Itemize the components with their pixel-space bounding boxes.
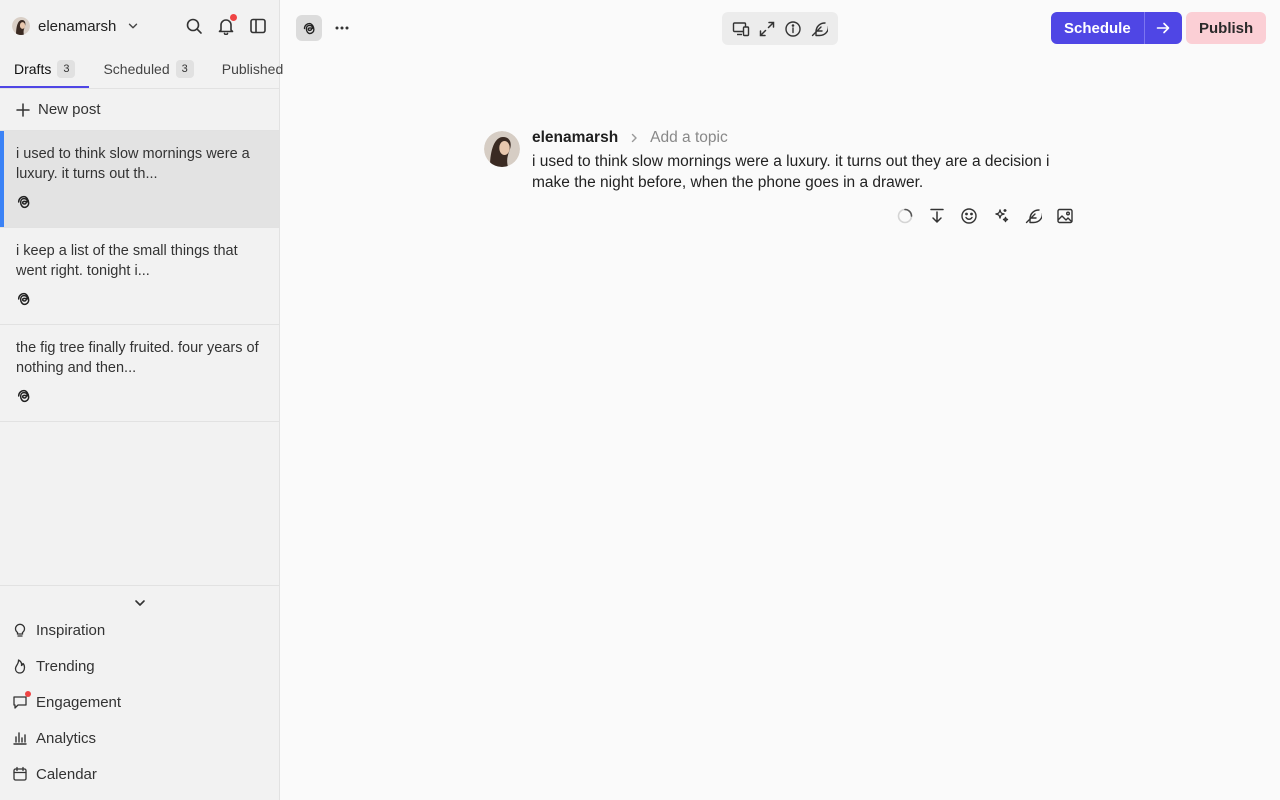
draft-item[interactable]: the fig tree finally fruited. four years… — [0, 325, 279, 422]
bar-chart-icon — [12, 730, 28, 746]
bell-icon[interactable] — [217, 14, 237, 35]
threads-icon — [17, 292, 30, 306]
tab-drafts[interactable]: Drafts 3 — [0, 52, 90, 88]
threads-icon — [303, 22, 315, 34]
expand-icon[interactable] — [758, 20, 776, 38]
schedule-group: Schedule — [1051, 12, 1182, 44]
sidebar-item-engagement[interactable]: Engagement — [0, 684, 279, 720]
chevron-down-icon — [129, 23, 138, 29]
new-post-label: New post — [38, 101, 101, 118]
count-badge: 3 — [57, 60, 76, 78]
feather-icon[interactable] — [1024, 207, 1042, 225]
count-badge: 3 — [175, 60, 194, 78]
post-header: elenamarsh Add a topic — [532, 129, 728, 147]
draft-item[interactable]: i used to think slow mornings were a lux… — [0, 131, 279, 228]
post-username: elenamarsh — [532, 129, 619, 146]
new-post-button[interactable]: New post — [0, 89, 279, 131]
sidebar-header: elenamarsh — [0, 0, 279, 52]
more-options-icon[interactable] — [332, 18, 352, 38]
sparkles-icon[interactable] — [992, 207, 1010, 225]
platform-toggle-threads[interactable] — [296, 15, 322, 41]
tab-scheduled[interactable]: Scheduled 3 — [89, 52, 207, 88]
emoji-icon[interactable] — [960, 207, 978, 225]
sidebar-item-label: Calendar — [36, 765, 97, 783]
sidebar-item-trending[interactable]: Trending — [0, 648, 279, 684]
device-preview-icon[interactable] — [732, 20, 750, 38]
image-icon[interactable] — [1056, 207, 1074, 225]
loading-spinner-icon — [897, 208, 913, 224]
calendar-icon — [12, 766, 28, 782]
sidebar: elenamarsh Drafts 3 Scheduled 3 Publishe… — [0, 0, 283, 800]
account-name: elenamarsh — [38, 17, 117, 35]
draft-item[interactable]: i keep a list of the small things that w… — [0, 228, 279, 325]
flame-icon — [12, 658, 28, 674]
avatar — [484, 131, 520, 167]
info-icon[interactable] — [784, 20, 802, 38]
sidebar-item-label: Analytics — [36, 729, 97, 747]
notification-dot — [25, 691, 31, 697]
divider — [0, 585, 279, 586]
publish-button[interactable]: Publish — [1186, 12, 1267, 44]
chat-icon — [12, 691, 31, 710]
tab-label: Published — [221, 61, 284, 77]
plus-icon — [16, 102, 30, 117]
download-icon[interactable] — [928, 207, 946, 225]
search-icon[interactable] — [185, 17, 203, 35]
feather-icon[interactable] — [810, 20, 828, 38]
chevron-down-icon[interactable] — [132, 595, 148, 611]
sidebar-item-calendar[interactable]: Calendar — [0, 756, 279, 792]
post-actions — [896, 207, 1074, 225]
post-status-tabs: Drafts 3 Scheduled 3 Published — [0, 52, 283, 89]
notification-dot — [230, 14, 237, 21]
sidebar-nav: Inspiration Trending Engagement Analytic… — [0, 612, 279, 792]
sidebar-item-label: Trending — [36, 657, 95, 675]
draft-preview: the fig tree finally fruited. four years… — [16, 340, 259, 376]
avatar — [12, 17, 30, 35]
draft-preview: i keep a list of the small things that w… — [16, 243, 238, 279]
sidebar-item-label: Engagement — [36, 693, 122, 711]
lightbulb-icon — [12, 622, 28, 638]
sidebar-item-inspiration[interactable]: Inspiration — [0, 612, 279, 648]
sidebar-item-label: Inspiration — [36, 621, 106, 639]
tab-label: Scheduled — [103, 61, 170, 77]
schedule-options-button[interactable] — [1143, 12, 1182, 44]
tab-label: Drafts — [14, 61, 52, 77]
threads-icon — [17, 195, 30, 209]
add-topic-input[interactable]: Add a topic — [650, 129, 728, 147]
threads-icon — [17, 389, 30, 403]
view-toolbar — [722, 12, 838, 45]
sidebar-toggle-icon[interactable] — [249, 17, 267, 35]
sidebar-item-analytics[interactable]: Analytics — [0, 720, 279, 756]
draft-preview: i used to think slow mornings were a lux… — [16, 146, 250, 182]
chevron-right-icon — [631, 133, 637, 143]
arrow-right-icon — [1156, 22, 1170, 34]
editor: Schedule Publish elenamarsh Add a topic … — [280, 0, 1280, 800]
post-text-editor[interactable]: i used to think slow mornings were a lux… — [532, 151, 1072, 193]
schedule-button[interactable]: Schedule — [1051, 12, 1144, 44]
account-switcher[interactable]: elenamarsh — [12, 17, 140, 35]
